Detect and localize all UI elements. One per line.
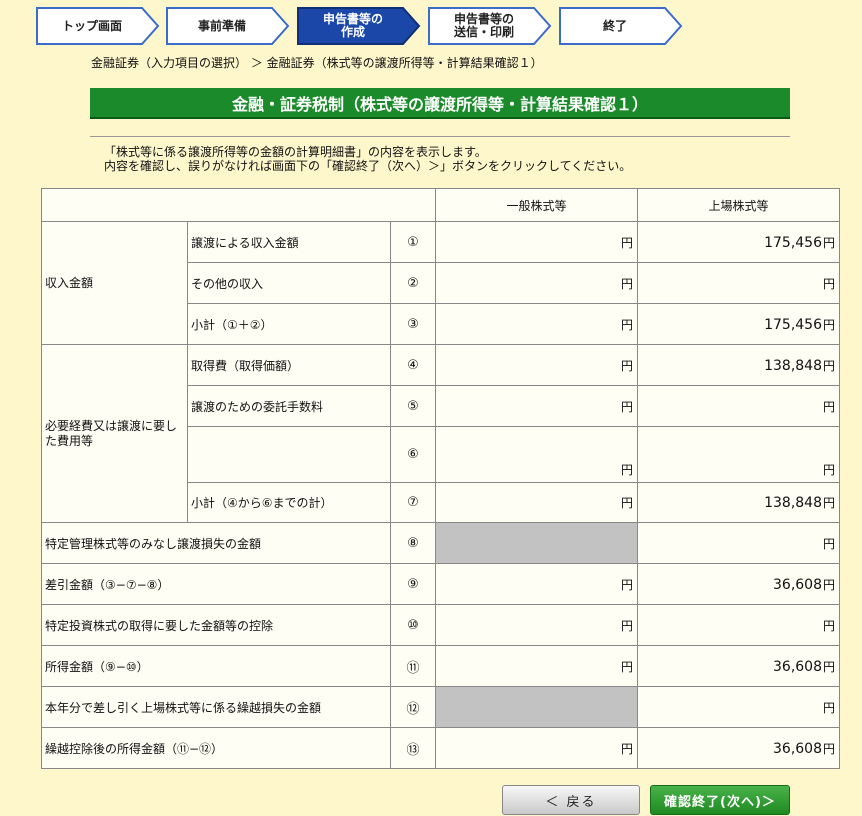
row-number: ⑨ — [389, 563, 437, 605]
amount-general: 円 — [435, 563, 639, 605]
row-number: ③ — [389, 303, 437, 345]
row-number: ⑪ — [389, 645, 437, 687]
row-number: ① — [389, 221, 437, 263]
breadcrumb: 金融証券（入力項目の選択） ＞ 金融証券（株式等の譲渡所得等・計算結果確認１） — [91, 56, 543, 70]
row-label: 繰越控除後の所得金額（⑪−⑫） — [41, 727, 391, 769]
amount-listed: 175,456円 — [637, 221, 841, 263]
row-label: 差引金額（③−⑦−⑧） — [41, 563, 391, 605]
amount-listed: 36,608円 — [637, 563, 841, 605]
step-finish[interactable]: 終了 — [559, 7, 683, 45]
group-label-expenses: 必要経費又は譲渡に要した費用等 — [41, 344, 188, 523]
step-top[interactable]: トップ画面 — [36, 7, 160, 45]
row-label: 取得費（取得価額） — [187, 344, 391, 386]
amount-general: 円 — [435, 727, 639, 769]
row-number: ⑧ — [389, 522, 437, 564]
row-number: ⑩ — [389, 604, 437, 646]
calculation-table: 一般株式等 上場株式等 収入金額 譲渡による収入金額 ① 円 175,456円 … — [40, 188, 841, 769]
header-blank — [40, 188, 437, 222]
back-button[interactable]: ＜ 戻る — [502, 785, 640, 815]
amount-general: 円 — [435, 385, 639, 427]
step-preparation[interactable]: 事前準備 — [166, 7, 290, 45]
column-header-listed: 上場株式等 — [637, 188, 841, 222]
row-number: ④ — [389, 344, 437, 386]
step-create: 申告書等の 作成 — [297, 7, 421, 45]
instruction-line-2: 内容を確認し、誤りがなければ画面下の「確認終了（次へ）＞」ボタンをクリックしてく… — [104, 159, 632, 173]
amount-listed: 138,848円 — [637, 344, 841, 386]
amount-listed: 円 — [637, 686, 841, 728]
step-preparation-label: 事前準備 — [197, 18, 246, 33]
amount-listed: 円 — [637, 262, 841, 304]
amount-listed: 円 — [637, 426, 841, 483]
amount-general: 円 — [435, 604, 639, 646]
confirm-next-button[interactable]: 確認終了(次へ)＞ — [650, 785, 790, 815]
step-finish-label: 終了 — [602, 18, 627, 33]
amount-general: 円 — [435, 221, 639, 263]
step-top-label: トップ画面 — [61, 18, 122, 33]
divider — [90, 136, 790, 137]
table-row: 差引金額（③−⑦−⑧） ⑨ 円 36,608円 — [41, 563, 841, 605]
group-label-income: 収入金額 — [41, 221, 188, 345]
column-header-general: 一般株式等 — [435, 188, 639, 222]
amount-general: 円 — [435, 426, 639, 483]
instruction-line-1: 「株式等に係る譲渡所得等の金額の計算明細書」の内容を表示します。 — [104, 145, 487, 159]
table-row: 所得金額（⑨−⑩） ⑪ 円 36,608円 — [41, 645, 841, 687]
step-navigation: トップ画面 事前準備 申告書等の 作成 申告書等の 送信・印刷 終了 — [36, 7, 696, 45]
table-header-row: 一般株式等 上場株式等 — [40, 188, 841, 222]
amount-listed: 円 — [637, 604, 841, 646]
amount-general: 円 — [435, 344, 639, 386]
table-row: 特定管理株式等のみなし譲渡損失の金額 ⑧ 円 — [41, 522, 841, 564]
step-create-label: 申告書等の 作成 — [322, 12, 383, 39]
amount-general-disabled — [435, 522, 639, 564]
row-number: ⑦ — [389, 482, 437, 523]
instructions: 「株式等に係る譲渡所得等の金額の計算明細書」の内容を表示します。 内容を確認し、… — [104, 145, 631, 173]
table-row: 特定投資株式の取得に要した金額等の控除 ⑩ 円 円 — [41, 604, 841, 646]
row-label: 特定投資株式の取得に要した金額等の控除 — [41, 604, 391, 646]
table-row: 収入金額 譲渡による収入金額 ① 円 175,456円 — [41, 221, 841, 345]
amount-listed: 円 — [637, 522, 841, 564]
table-row: 必要経費又は譲渡に要した費用等 取得費（取得価額） ④ 円 138,848円 — [41, 344, 841, 523]
row-number: ⑤ — [389, 385, 437, 427]
amount-general-disabled — [435, 686, 639, 728]
row-label: 本年分で差し引く上場株式等に係る繰越損失の金額 — [41, 686, 391, 728]
table-row: 繰越控除後の所得金額（⑪−⑫） ⑬ 円 36,608円 — [41, 727, 841, 769]
row-number: ⑫ — [389, 686, 437, 728]
amount-general: 円 — [435, 645, 639, 687]
step-send-print[interactable]: 申告書等の 送信・印刷 — [428, 7, 552, 45]
row-number: ⑥ — [389, 426, 437, 483]
page-title: 金融・証券税制（株式等の譲渡所得等・計算結果確認１） — [90, 88, 790, 119]
amount-general: 円 — [435, 303, 639, 345]
amount-general: 円 — [435, 262, 639, 304]
amount-listed: 36,608円 — [637, 645, 841, 687]
row-label: 譲渡による収入金額 — [187, 221, 391, 263]
amount-listed: 175,456円 — [637, 303, 841, 345]
amount-listed: 138,848円 — [637, 482, 841, 523]
row-label: 小計（①＋②） — [187, 303, 391, 345]
amount-listed: 円 — [637, 385, 841, 427]
row-number: ② — [389, 262, 437, 304]
row-number: ⑬ — [389, 727, 437, 769]
row-label: 譲渡のための委託手数料 — [187, 385, 391, 427]
row-label — [187, 426, 391, 483]
amount-general: 円 — [435, 482, 639, 523]
amount-listed: 36,608円 — [637, 727, 841, 769]
row-label: 特定管理株式等のみなし譲渡損失の金額 — [41, 522, 391, 564]
row-label: その他の収入 — [187, 262, 391, 304]
row-label: 小計（④から⑥までの計） — [187, 482, 391, 523]
step-send-print-label: 申告書等の 送信・印刷 — [453, 12, 514, 39]
table-row: 本年分で差し引く上場株式等に係る繰越損失の金額 ⑫ 円 — [41, 686, 841, 728]
row-label: 所得金額（⑨−⑩） — [41, 645, 391, 687]
